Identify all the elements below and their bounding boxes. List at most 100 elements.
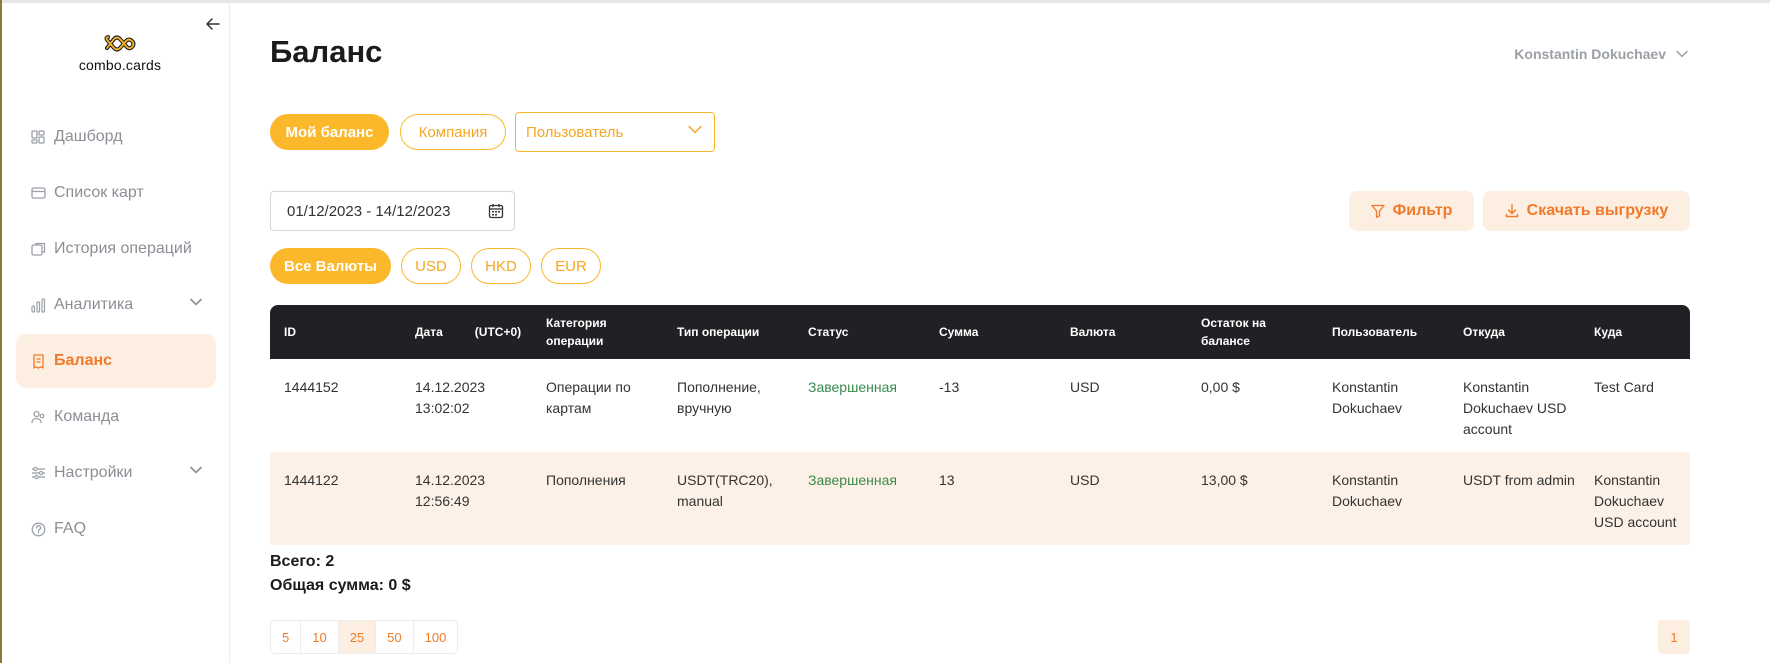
cell-amount: 13 — [939, 472, 955, 488]
column-header-amount[interactable]: Сумма — [925, 305, 1056, 359]
filter-label: Фильтр — [1392, 202, 1453, 219]
page-size-option[interactable]: 10 — [301, 621, 339, 653]
cell-from: USDT from admin — [1463, 472, 1575, 488]
column-header-from[interactable]: Откуда — [1449, 305, 1580, 359]
column-header-currency[interactable]: Валюта — [1056, 305, 1187, 359]
table-header: ID Дата (UTC+0) Категория операции Тип о… — [270, 305, 1690, 359]
column-header-id[interactable]: ID — [270, 305, 401, 359]
cell-category: Операции по картам — [546, 379, 631, 416]
page-size-option[interactable]: 50 — [376, 621, 414, 653]
column-header-date-label: Дата — [415, 325, 443, 339]
column-header-category[interactable]: Категория операции — [532, 305, 663, 359]
cell-user: Konstantin Dokuchaev — [1332, 379, 1403, 416]
cell-amount: -13 — [939, 379, 960, 395]
cell-to: Konstantin Dokuchaev USD account — [1594, 472, 1677, 530]
chevron-down-icon — [190, 466, 202, 474]
cell-user: Konstantin Dokuchaev — [1332, 472, 1403, 509]
column-header-date[interactable]: Дата (UTC+0) — [401, 305, 532, 359]
cell-to: Test Card — [1594, 379, 1654, 395]
page-size-option[interactable]: 25 — [338, 621, 377, 653]
chevron-down-icon — [688, 125, 702, 134]
user-select-value: Пользователь — [526, 123, 624, 141]
balance-table: ID Дата (UTC+0) Категория операции Тип о… — [270, 305, 1690, 545]
sidebar-item-label: Команда — [54, 408, 120, 425]
download-button[interactable]: Скачать выгрузку — [1483, 191, 1690, 231]
page-size-option[interactable]: 100 — [414, 621, 458, 653]
sidebar: combo.cards Дашборд Список карт История … — [2, 3, 230, 663]
column-header-remaining[interactable]: Остаток на балансе — [1187, 305, 1318, 359]
page-number-button[interactable]: 1 — [1658, 620, 1690, 654]
sidebar-item-settings[interactable]: Настройки — [16, 446, 216, 500]
sidebar-item-analytics[interactable]: Аналитика — [16, 278, 216, 332]
download-icon — [1505, 204, 1518, 218]
cell-type: USDT(TRC20), manual — [677, 472, 773, 509]
sidebar-item-dashboard[interactable]: Дашборд — [16, 110, 216, 164]
cell-type: Пополнение, вручную — [677, 379, 761, 416]
tab-usd[interactable]: USD — [401, 248, 461, 284]
total-sum: Общая сумма: 0 $ — [270, 577, 411, 594]
user-menu[interactable]: Konstantin Dokuchaev — [1514, 46, 1688, 62]
history-icon — [30, 241, 46, 257]
user-name: Konstantin Dokuchaev — [1514, 46, 1666, 62]
sidebar-item-label: Баланс — [54, 352, 113, 369]
cell-status: Завершенная — [808, 472, 897, 488]
sidebar-item-label: История операций — [54, 240, 192, 257]
sidebar-item-label: Настройки — [54, 464, 133, 481]
filter-button[interactable]: Фильтр — [1349, 191, 1474, 231]
tab-all-currencies[interactable]: Все Валюты — [270, 248, 391, 284]
date-range-input[interactable]: 01/12/2023 - 14/12/2023 — [270, 191, 515, 231]
sidebar-item-cards[interactable]: Список карт — [16, 166, 216, 220]
column-header-type[interactable]: Тип операции — [663, 305, 794, 359]
tab-hkd[interactable]: HKD — [471, 248, 531, 284]
sidebar-item-team[interactable]: Команда — [16, 390, 216, 444]
cell-date: 14.12.2023 13:02:02 — [415, 379, 486, 416]
sidebar-item-label: Список карт — [54, 184, 144, 201]
calendar-icon[interactable] — [488, 203, 504, 219]
cell-remaining: 0,00 $ — [1201, 379, 1240, 395]
faq-icon — [30, 521, 46, 537]
column-header-to[interactable]: Куда — [1580, 305, 1690, 359]
filter-icon — [1370, 204, 1385, 218]
cell-status: Завершенная — [808, 379, 897, 395]
totals: Всего: 2 Общая сумма: 0 $ — [270, 550, 411, 598]
top-border — [0, 0, 1770, 3]
card-icon — [30, 185, 46, 201]
team-icon — [30, 409, 46, 425]
dashboard-icon — [30, 129, 46, 145]
download-label: Скачать выгрузку — [1526, 202, 1669, 219]
tab-eur[interactable]: EUR — [541, 248, 601, 284]
cell-date: 14.12.2023 12:56:49 — [415, 472, 486, 509]
column-header-timezone: (UTC+0) — [474, 325, 522, 339]
sidebar-nav: Дашборд Список карт История операций Ана… — [16, 110, 216, 558]
sidebar-item-label: Дашборд — [54, 128, 123, 145]
arrow-left-icon — [206, 18, 220, 30]
user-select[interactable]: Пользователь — [515, 112, 715, 152]
column-header-user[interactable]: Пользователь — [1318, 305, 1449, 359]
page-size-option[interactable]: 5 — [271, 621, 302, 653]
cell-from: Konstantin Dokuchaev USD account — [1463, 379, 1567, 437]
collapse-sidebar-button[interactable] — [202, 13, 224, 35]
table-row[interactable]: 1444152 14.12.2023 13:02:02 Операции по … — [270, 359, 1690, 452]
settings-icon — [30, 465, 46, 481]
page-size-selector: 5 10 25 50 100 — [270, 620, 459, 654]
logo[interactable]: combo.cards — [70, 33, 170, 73]
sidebar-item-faq[interactable]: FAQ — [16, 502, 216, 556]
table-row[interactable]: 1444122 14.12.2023 12:56:49 Пополнения U… — [270, 452, 1690, 545]
cell-id: 1444122 — [284, 472, 339, 488]
logo-icon — [104, 35, 136, 52]
chevron-down-icon — [190, 298, 202, 306]
cell-id: 1444152 — [284, 379, 339, 395]
chevron-down-icon — [1676, 50, 1688, 58]
sidebar-item-balance[interactable]: Баланс — [16, 334, 216, 388]
date-range-value: 01/12/2023 - 14/12/2023 — [287, 202, 451, 220]
cell-remaining: 13,00 $ — [1201, 472, 1248, 488]
cell-currency: USD — [1070, 472, 1100, 488]
tab-company[interactable]: Компания — [400, 114, 506, 150]
balance-icon — [30, 353, 46, 369]
page-title: Баланс — [270, 34, 383, 69]
column-header-status[interactable]: Статус — [794, 305, 925, 359]
cell-category: Пополнения — [546, 472, 626, 488]
sidebar-item-history[interactable]: История операций — [16, 222, 216, 276]
analytics-icon — [30, 297, 46, 313]
tab-my-balance[interactable]: Мой баланс — [270, 114, 389, 150]
